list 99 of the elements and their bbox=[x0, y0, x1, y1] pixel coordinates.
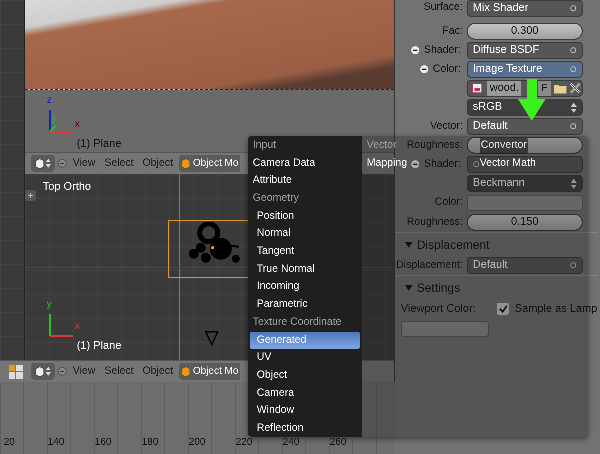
property-label: Color: bbox=[434, 195, 463, 210]
property-label: Displacement: bbox=[396, 258, 463, 273]
object-label: (1) Plane bbox=[77, 136, 122, 152]
menu-section-header: Geometry bbox=[253, 191, 300, 206]
menu-item[interactable]: Mapping bbox=[364, 154, 412, 172]
menu-item[interactable]: Normal bbox=[250, 225, 295, 244]
socket-icon[interactable] bbox=[570, 262, 577, 269]
axis-label: y bbox=[52, 114, 57, 124]
menu-section-header: Convertor bbox=[480, 138, 528, 154]
unlink-icon[interactable] bbox=[411, 46, 420, 55]
mode-dropdown[interactable]: Object Mo bbox=[179, 363, 240, 380]
frame-number: 240 bbox=[283, 437, 300, 448]
menu-item[interactable]: Parametric bbox=[250, 296, 312, 314]
property-label: Shader: bbox=[424, 42, 462, 58]
menu-section-header: Vector bbox=[367, 138, 397, 153]
number-field[interactable]: 0.300 bbox=[467, 23, 583, 40]
camera-icon bbox=[205, 331, 219, 346]
header-menu[interactable]: View bbox=[70, 156, 99, 172]
property-label: Color: bbox=[432, 62, 462, 77]
shader-dropdown[interactable]: Default bbox=[467, 118, 583, 135]
property-label: Fac: bbox=[442, 24, 463, 39]
property-label: Roughness: bbox=[406, 138, 463, 153]
menu-item[interactable]: Tangent bbox=[250, 243, 298, 261]
check-icon bbox=[498, 304, 508, 314]
axis-gizmo-icon bbox=[49, 314, 75, 338]
menu-item[interactable]: Vector Math bbox=[477, 154, 540, 172]
up-down-arrows-icon bbox=[46, 367, 51, 376]
object-label: (1) Plane bbox=[77, 339, 122, 354]
up-down-arrows-icon bbox=[46, 159, 51, 168]
layout-icon[interactable] bbox=[9, 364, 23, 378]
frame-number: 200 bbox=[189, 437, 206, 448]
property-label: Roughness: bbox=[406, 214, 463, 230]
menu-item[interactable]: Camera Data bbox=[250, 154, 320, 172]
header-menu[interactable]: View bbox=[70, 364, 99, 380]
cube-icon bbox=[181, 158, 192, 168]
editor-type-button[interactable] bbox=[31, 363, 55, 380]
up-down-arrows-icon bbox=[571, 178, 577, 188]
axis-label: x bbox=[75, 322, 80, 332]
axis-label: y bbox=[47, 300, 52, 310]
menu-section-header: Texture Coordinate bbox=[253, 314, 342, 330]
menu-item[interactable]: Window bbox=[250, 402, 298, 420]
property-label: Surface: bbox=[424, 0, 463, 15]
frame-number: 180 bbox=[142, 437, 159, 448]
axis-label: x bbox=[75, 120, 80, 130]
property-label: Shader: bbox=[424, 156, 462, 172]
expand-triangle-icon[interactable] bbox=[405, 284, 413, 292]
axis-label: z bbox=[47, 96, 52, 106]
menu-item[interactable]: Attribute bbox=[250, 172, 296, 190]
panel-header: Settings bbox=[417, 280, 460, 296]
panel-header: Displacement bbox=[417, 236, 490, 254]
cube-icon bbox=[35, 366, 45, 376]
unlink-icon[interactable] bbox=[420, 65, 429, 74]
menu-item[interactable]: Object bbox=[250, 366, 292, 385]
socket-icon[interactable] bbox=[570, 5, 577, 12]
plus-icon[interactable] bbox=[25, 190, 36, 201]
menu-item[interactable]: UV bbox=[250, 349, 276, 367]
frame-number: 20 bbox=[4, 437, 16, 448]
number-field[interactable]: 0.150 bbox=[467, 214, 583, 231]
editor-type-button[interactable] bbox=[31, 155, 55, 172]
header-menu[interactable]: Select bbox=[102, 156, 137, 172]
frame-number: 160 bbox=[95, 437, 112, 448]
mode-dropdown[interactable]: Object Mo bbox=[179, 155, 240, 172]
header-menu[interactable]: Object bbox=[140, 156, 176, 172]
enum-dropdown[interactable]: Beckmann bbox=[467, 175, 583, 192]
color-swatch[interactable] bbox=[401, 321, 489, 337]
cube-icon bbox=[35, 158, 45, 168]
menu-item[interactable]: Camera bbox=[250, 384, 298, 402]
shader-dropdown[interactable]: Diffuse BSDF bbox=[467, 42, 583, 59]
menu-item[interactable]: Reflection bbox=[250, 420, 308, 437]
frame-number: 260 bbox=[330, 437, 347, 448]
collapse-icon[interactable] bbox=[58, 159, 67, 168]
socket-icon[interactable] bbox=[570, 47, 577, 54]
shader-dropdown[interactable]: Mix Shader bbox=[467, 0, 583, 17]
socket-icon[interactable] bbox=[570, 66, 577, 73]
menu-item[interactable]: Position bbox=[250, 208, 298, 226]
menu-section-header: Input bbox=[253, 138, 276, 153]
header-menu[interactable]: Select bbox=[102, 364, 137, 380]
cube-icon bbox=[181, 366, 192, 376]
menu-item[interactable]: True Normal bbox=[250, 260, 319, 278]
expand-triangle-icon[interactable] bbox=[405, 240, 413, 248]
shader-dropdown[interactable]: Default bbox=[467, 257, 583, 274]
unlink-icon[interactable] bbox=[411, 160, 420, 169]
shader-dropdown[interactable] bbox=[467, 156, 583, 173]
checkbox[interactable] bbox=[497, 303, 509, 315]
property-label: Viewport Color: bbox=[401, 302, 477, 317]
menu-item[interactable]: Incoming bbox=[250, 278, 304, 296]
collapse-icon[interactable] bbox=[58, 367, 67, 376]
axis-gizmo-icon bbox=[49, 110, 75, 134]
socket-icon[interactable] bbox=[570, 123, 577, 130]
property-label: Vector: bbox=[430, 118, 463, 134]
header-menu[interactable]: Object bbox=[140, 364, 176, 380]
frame-number: 220 bbox=[236, 437, 253, 448]
checkbox-label: Sample as Lamp bbox=[515, 302, 598, 317]
shader-dropdown[interactable]: Image Texture bbox=[467, 61, 583, 78]
color-swatch[interactable] bbox=[467, 195, 583, 211]
up-down-arrows-icon bbox=[571, 102, 577, 112]
view-label: Top Ortho bbox=[43, 180, 92, 195]
socket-icon[interactable] bbox=[473, 161, 480, 168]
frame-number: 140 bbox=[48, 437, 65, 448]
